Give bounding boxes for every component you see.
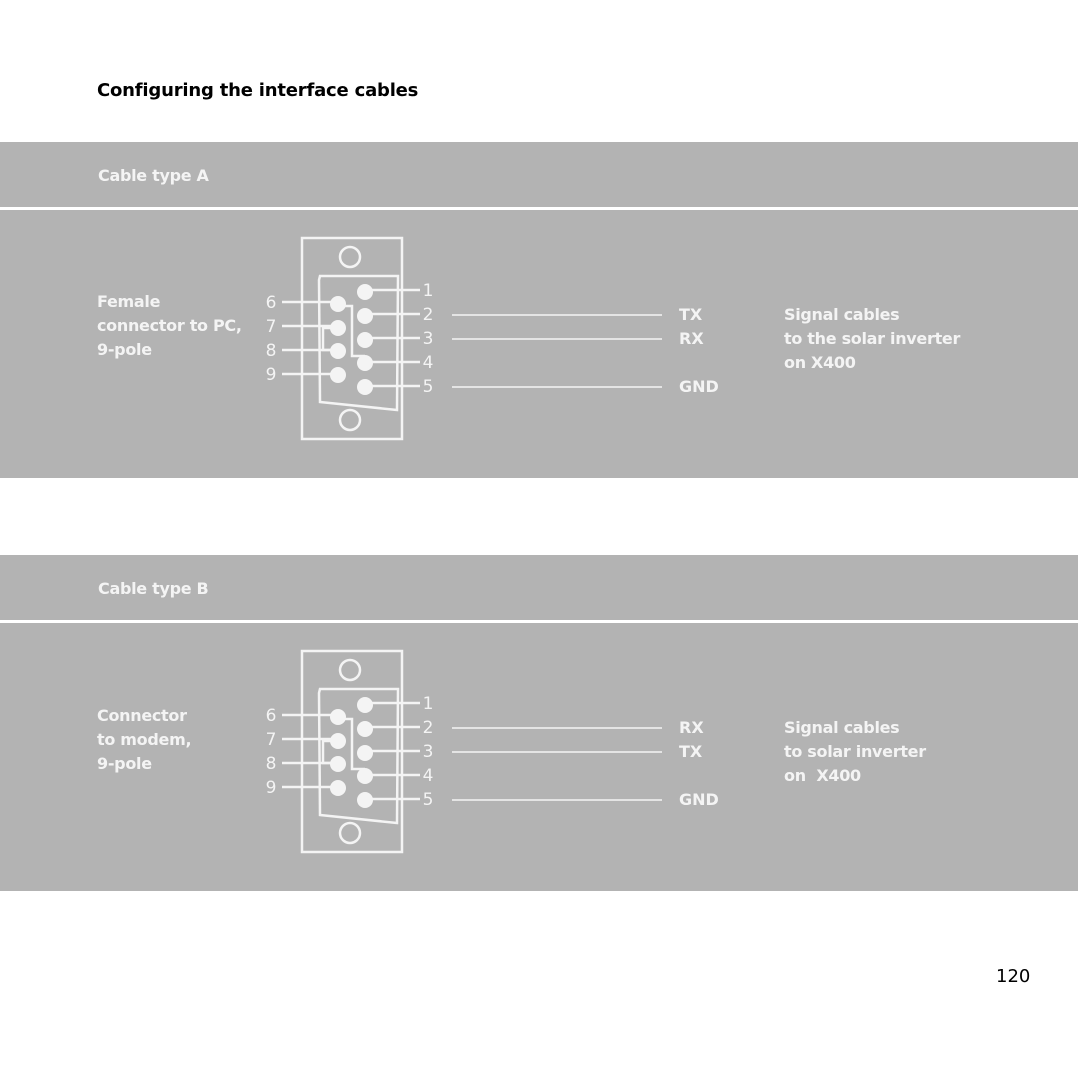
cable-b-header: Cable type B xyxy=(98,579,209,598)
signal-label-rx: RX xyxy=(679,329,704,348)
cable-a-header: Cable type A xyxy=(98,166,209,185)
signal-label-gnd: GND xyxy=(679,790,719,809)
pin-9 xyxy=(330,367,346,383)
signal-wires-b xyxy=(452,727,662,801)
cable-a-connector-label: Female connector to PC, 9-pole xyxy=(97,290,242,362)
pin-number-9: 9 xyxy=(265,365,277,385)
pin-number-2: 2 xyxy=(422,305,434,325)
connector-label-line: connector to PC, xyxy=(97,316,242,335)
pin-9 xyxy=(330,780,346,796)
cable-b-description: Signal cables to solar inverter on X400 xyxy=(784,716,926,788)
pin-4 xyxy=(357,355,373,371)
pin-7 xyxy=(330,733,346,749)
pin-7 xyxy=(330,320,346,336)
pin-6 xyxy=(330,296,346,312)
pin-number-2: 2 xyxy=(422,718,434,738)
connector-label-line: 9-pole xyxy=(97,340,152,359)
pin-6 xyxy=(330,709,346,725)
pin-3 xyxy=(357,745,373,761)
pin-number-4: 4 xyxy=(422,353,434,373)
pin-number-7: 7 xyxy=(265,730,277,750)
description-line: to the solar inverter xyxy=(784,329,961,348)
pin-number-1: 1 xyxy=(422,281,434,301)
description-line: to solar inverter xyxy=(784,742,926,761)
pin-5 xyxy=(357,379,373,395)
pin-number-3: 3 xyxy=(422,329,434,349)
pin-number-9: 9 xyxy=(265,778,277,798)
pin-number-8: 8 xyxy=(265,341,277,361)
signal-label-tx: TX xyxy=(679,305,703,324)
signal-label-rx: RX xyxy=(679,718,704,737)
cable-a-description: Signal cables to the solar inverter on X40… xyxy=(784,303,960,375)
pin-8 xyxy=(330,756,346,772)
cable-b-connector-label: Connector to modem, 9-pole xyxy=(97,704,192,776)
pin-8 xyxy=(330,343,346,359)
pin-number-5: 5 xyxy=(422,377,434,397)
cable-a-header-band: Cable type A xyxy=(0,142,1078,207)
page-title: Configuring the interface cables xyxy=(97,80,419,101)
signal-wires-a xyxy=(452,314,662,388)
pin-2 xyxy=(357,308,373,324)
pin-number-6: 6 xyxy=(265,706,277,726)
page-number: 120 xyxy=(996,966,1031,987)
connector-label-line: 9-pole xyxy=(97,754,152,773)
description-line: on X400 xyxy=(784,766,861,785)
cable-b-header-band: Cable type B xyxy=(0,555,1078,620)
signal-label-tx: TX xyxy=(679,742,703,761)
pin-number-1: 1 xyxy=(422,694,434,714)
signal-label-gnd: GND xyxy=(679,377,719,396)
pin-number-4: 4 xyxy=(422,766,434,786)
pin-number-7: 7 xyxy=(265,317,277,337)
pin-1 xyxy=(357,284,373,300)
pin-number-8: 8 xyxy=(265,754,277,774)
connector-label-line: to modem, xyxy=(97,730,192,749)
connector-label-line: Female xyxy=(97,292,161,311)
mounting-hole-bottom xyxy=(338,821,362,845)
description-line: Signal cables xyxy=(784,305,900,324)
mounting-hole-bottom xyxy=(338,408,362,432)
pin-number-3: 3 xyxy=(422,742,434,762)
pin-number-6: 6 xyxy=(265,293,277,313)
pin-number-5: 5 xyxy=(422,790,434,810)
pin-5 xyxy=(357,792,373,808)
description-line: Signal cables xyxy=(784,718,900,737)
pin-2 xyxy=(357,721,373,737)
description-line: on X400 xyxy=(784,353,856,372)
pin-1 xyxy=(357,697,373,713)
pin-4 xyxy=(357,768,373,784)
mounting-hole-top xyxy=(338,658,362,682)
mounting-hole-top xyxy=(338,245,362,269)
connector-label-line: Connector xyxy=(97,706,187,725)
pin-3 xyxy=(357,332,373,348)
